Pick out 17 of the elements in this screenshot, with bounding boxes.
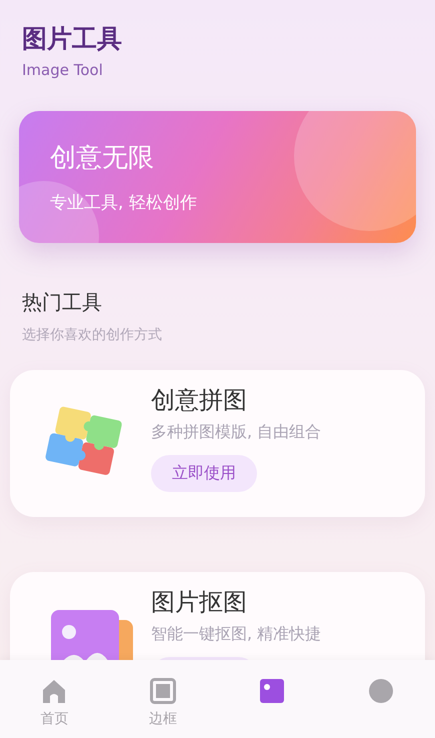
tab-label: 边框 — [149, 710, 178, 728]
tool-description: 智能一键抠图, 精准快捷 — [151, 624, 322, 645]
tool-description: 多种拼图模版, 自由组合 — [151, 422, 322, 443]
banner-title: 创意无限 — [50, 142, 155, 175]
app-subtitle: Image Tool — [22, 61, 104, 79]
tab-label: 首页 — [40, 710, 68, 728]
section-subtitle: 选择你喜欢的创作方式 — [22, 326, 163, 344]
tool-title: 图片抠图 — [151, 587, 248, 618]
app-title: 图片工具 — [22, 23, 123, 55]
tool-card[interactable]: 创意拼图 多种拼图模版, 自由组合 立即使用 — [10, 370, 425, 517]
use-now-button[interactable]: 立即使用 — [151, 455, 257, 492]
section-title: 热门工具 — [22, 289, 103, 316]
tool-card[interactable]: 图片抠图 智能一键抠图, 精准快捷 — [10, 572, 425, 660]
tab-item[interactable]: 首页 — [0, 660, 109, 738]
banner-subtitle: 专业工具, 轻松创作 — [50, 192, 198, 214]
tool-title: 创意拼图 — [151, 385, 248, 416]
tab-item[interactable]: 边框 — [108, 660, 218, 738]
